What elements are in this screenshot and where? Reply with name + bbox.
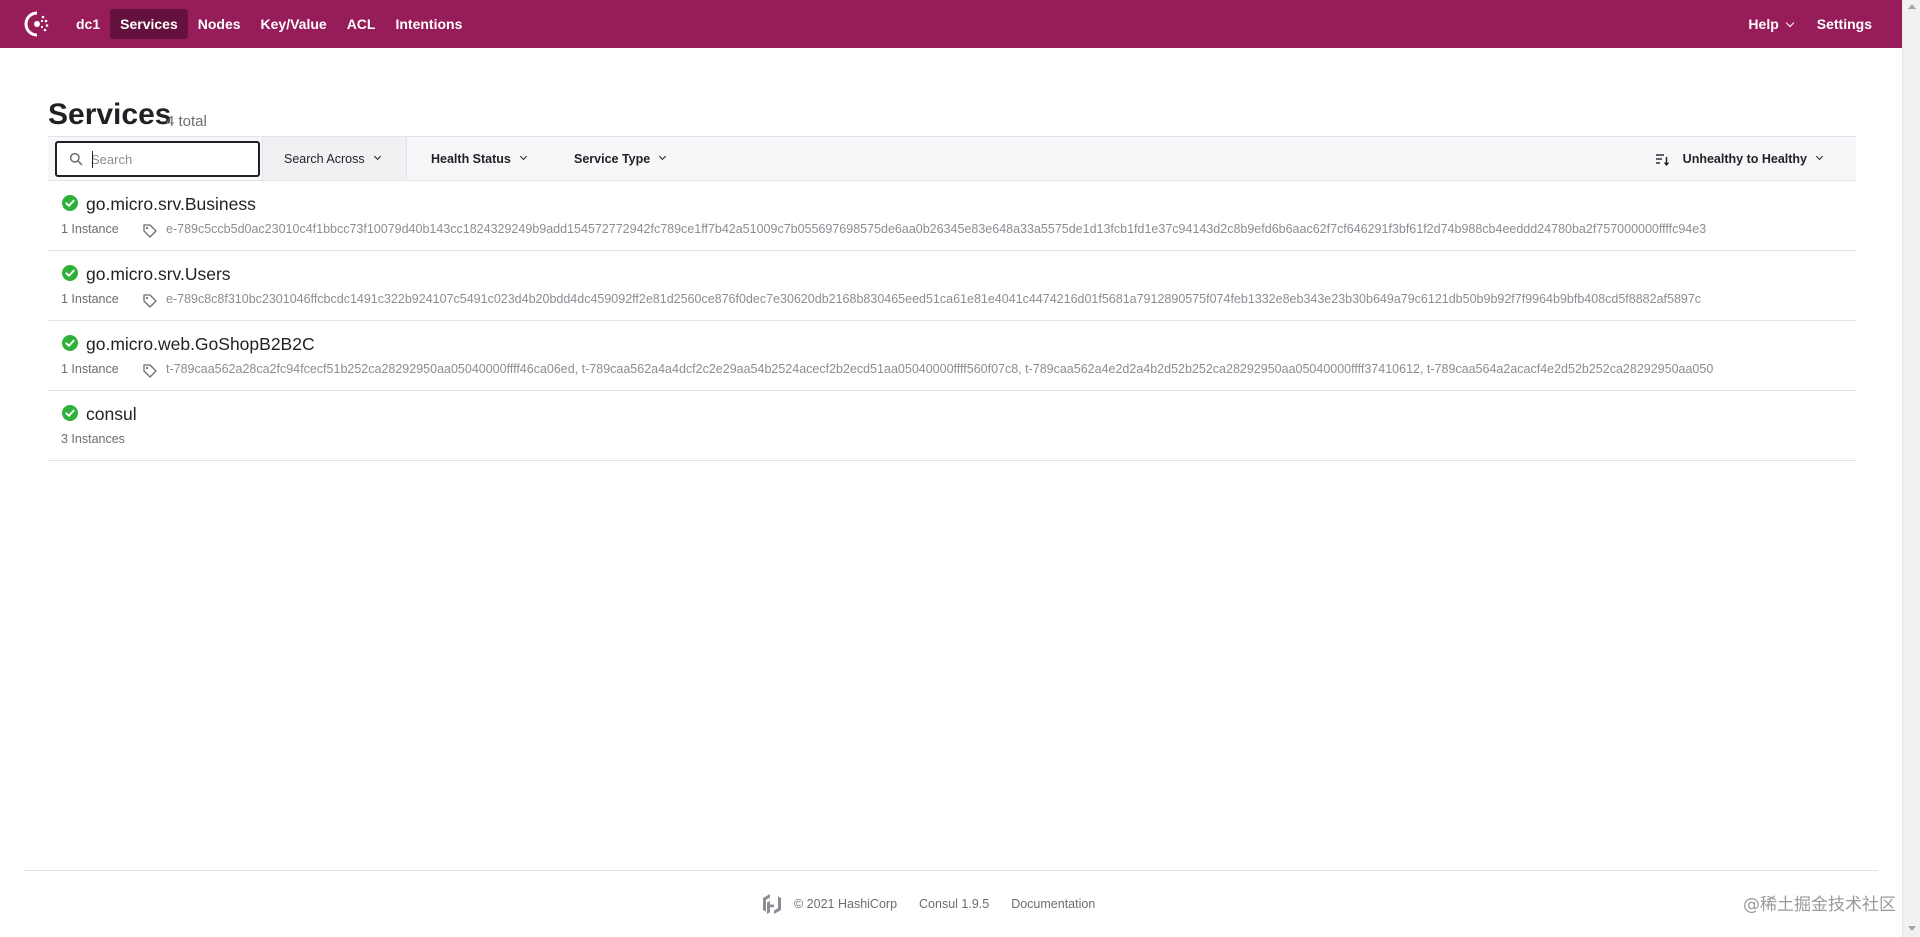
vertical-scrollbar[interactable] (1902, 0, 1920, 937)
footer-content: © 2021 HashiCorp Consul 1.9.5 Documentat… (762, 893, 1095, 915)
version-text: Consul 1.9.5 (919, 897, 990, 911)
copyright-text: © 2021 HashiCorp (794, 897, 898, 911)
help-menu[interactable]: Help (1736, 9, 1804, 39)
instance-count: 3 Instances (61, 432, 125, 446)
health-status-label: Health Status (431, 151, 511, 166)
service-name[interactable]: go.micro.srv.Users (86, 264, 231, 285)
service-row[interactable]: consul 3 Instances (48, 391, 1856, 461)
text-cursor (92, 151, 93, 168)
sort-icon (1655, 153, 1669, 166)
help-label: Help (1748, 16, 1779, 32)
chevron-down-icon (1785, 18, 1795, 28)
service-type-label: Service Type (574, 151, 651, 166)
service-count: 4 total (166, 113, 207, 130)
tag-icon (143, 364, 157, 378)
search-box[interactable] (55, 141, 260, 177)
service-row[interactable]: go.micro.srv.Users 1 Instance e-789c8c8f… (48, 251, 1856, 321)
service-tags: t-789caa562a28ca2fc94fcecf51b252ca282929… (166, 362, 1714, 376)
documentation-link[interactable]: Documentation (1011, 897, 1095, 911)
instance-count: 1 Instance (61, 222, 119, 236)
scroll-up-arrow-icon[interactable] (1908, 4, 1916, 9)
chevron-down-icon (373, 152, 381, 161)
consul-logo-icon[interactable] (22, 10, 52, 38)
nav-right: Help Settings (1736, 9, 1884, 39)
tag-icon (143, 294, 157, 308)
passing-check-icon (62, 265, 78, 281)
service-name[interactable]: consul (86, 404, 137, 425)
passing-check-icon (62, 195, 78, 211)
settings-link[interactable]: Settings (1805, 9, 1884, 39)
datacenter-selector[interactable]: dc1 (66, 9, 110, 39)
top-navigation: dc1 Services Nodes Key/Value ACL Intenti… (0, 0, 1902, 48)
chevron-down-icon (519, 152, 527, 161)
nav-item-intentions[interactable]: Intentions (385, 9, 472, 39)
nav-item-acl[interactable]: ACL (337, 9, 386, 39)
health-status-dropdown[interactable]: Health Status (431, 137, 527, 180)
chevron-down-icon (1815, 152, 1824, 161)
passing-check-icon (62, 335, 78, 351)
instance-count: 1 Instance (61, 292, 119, 306)
service-name[interactable]: go.micro.web.GoShopB2B2C (86, 334, 315, 355)
chevron-down-icon (659, 152, 667, 161)
filter-bar: Search Across Health Status Service Type… (48, 136, 1856, 181)
service-tags: e-789c5ccb5d0ac23010c4f1bbcc73f10079d40b… (166, 222, 1707, 236)
hashicorp-logo-icon[interactable] (762, 893, 782, 915)
service-name[interactable]: go.micro.srv.Business (86, 194, 256, 215)
search-icon (69, 152, 83, 166)
service-tags: e-789c8c8f310bc2301046ffcbcdc1491c322b92… (166, 292, 1702, 306)
tag-icon (143, 224, 157, 238)
service-row[interactable]: go.micro.srv.Business 1 Instance e-789c5… (48, 181, 1856, 251)
search-input[interactable] (91, 149, 251, 169)
sort-label: Unhealthy to Healthy (1682, 151, 1807, 166)
page-title: Services (48, 98, 172, 131)
service-row[interactable]: go.micro.web.GoShopB2B2C 1 Instance t-78… (48, 321, 1856, 391)
footer: © 2021 HashiCorp Consul 1.9.5 Documentat… (24, 870, 1878, 937)
search-across-label: Search Across (284, 151, 365, 166)
search-across-dropdown[interactable]: Search Across (262, 137, 407, 180)
instance-count: 1 Instance (61, 362, 119, 376)
service-list: go.micro.srv.Business 1 Instance e-789c5… (48, 181, 1856, 461)
main-nav: dc1 Services Nodes Key/Value ACL Intenti… (66, 9, 472, 39)
sort-dropdown[interactable]: Unhealthy to Healthy (1655, 137, 1824, 180)
passing-check-icon (62, 405, 78, 421)
watermark-text: @稀土掘金技术社区 (1743, 895, 1896, 915)
nav-item-services[interactable]: Services (110, 9, 188, 39)
service-type-dropdown[interactable]: Service Type (574, 137, 667, 180)
nav-item-nodes[interactable]: Nodes (188, 9, 251, 39)
scroll-down-arrow-icon[interactable] (1908, 926, 1916, 931)
nav-item-key-value[interactable]: Key/Value (251, 9, 337, 39)
